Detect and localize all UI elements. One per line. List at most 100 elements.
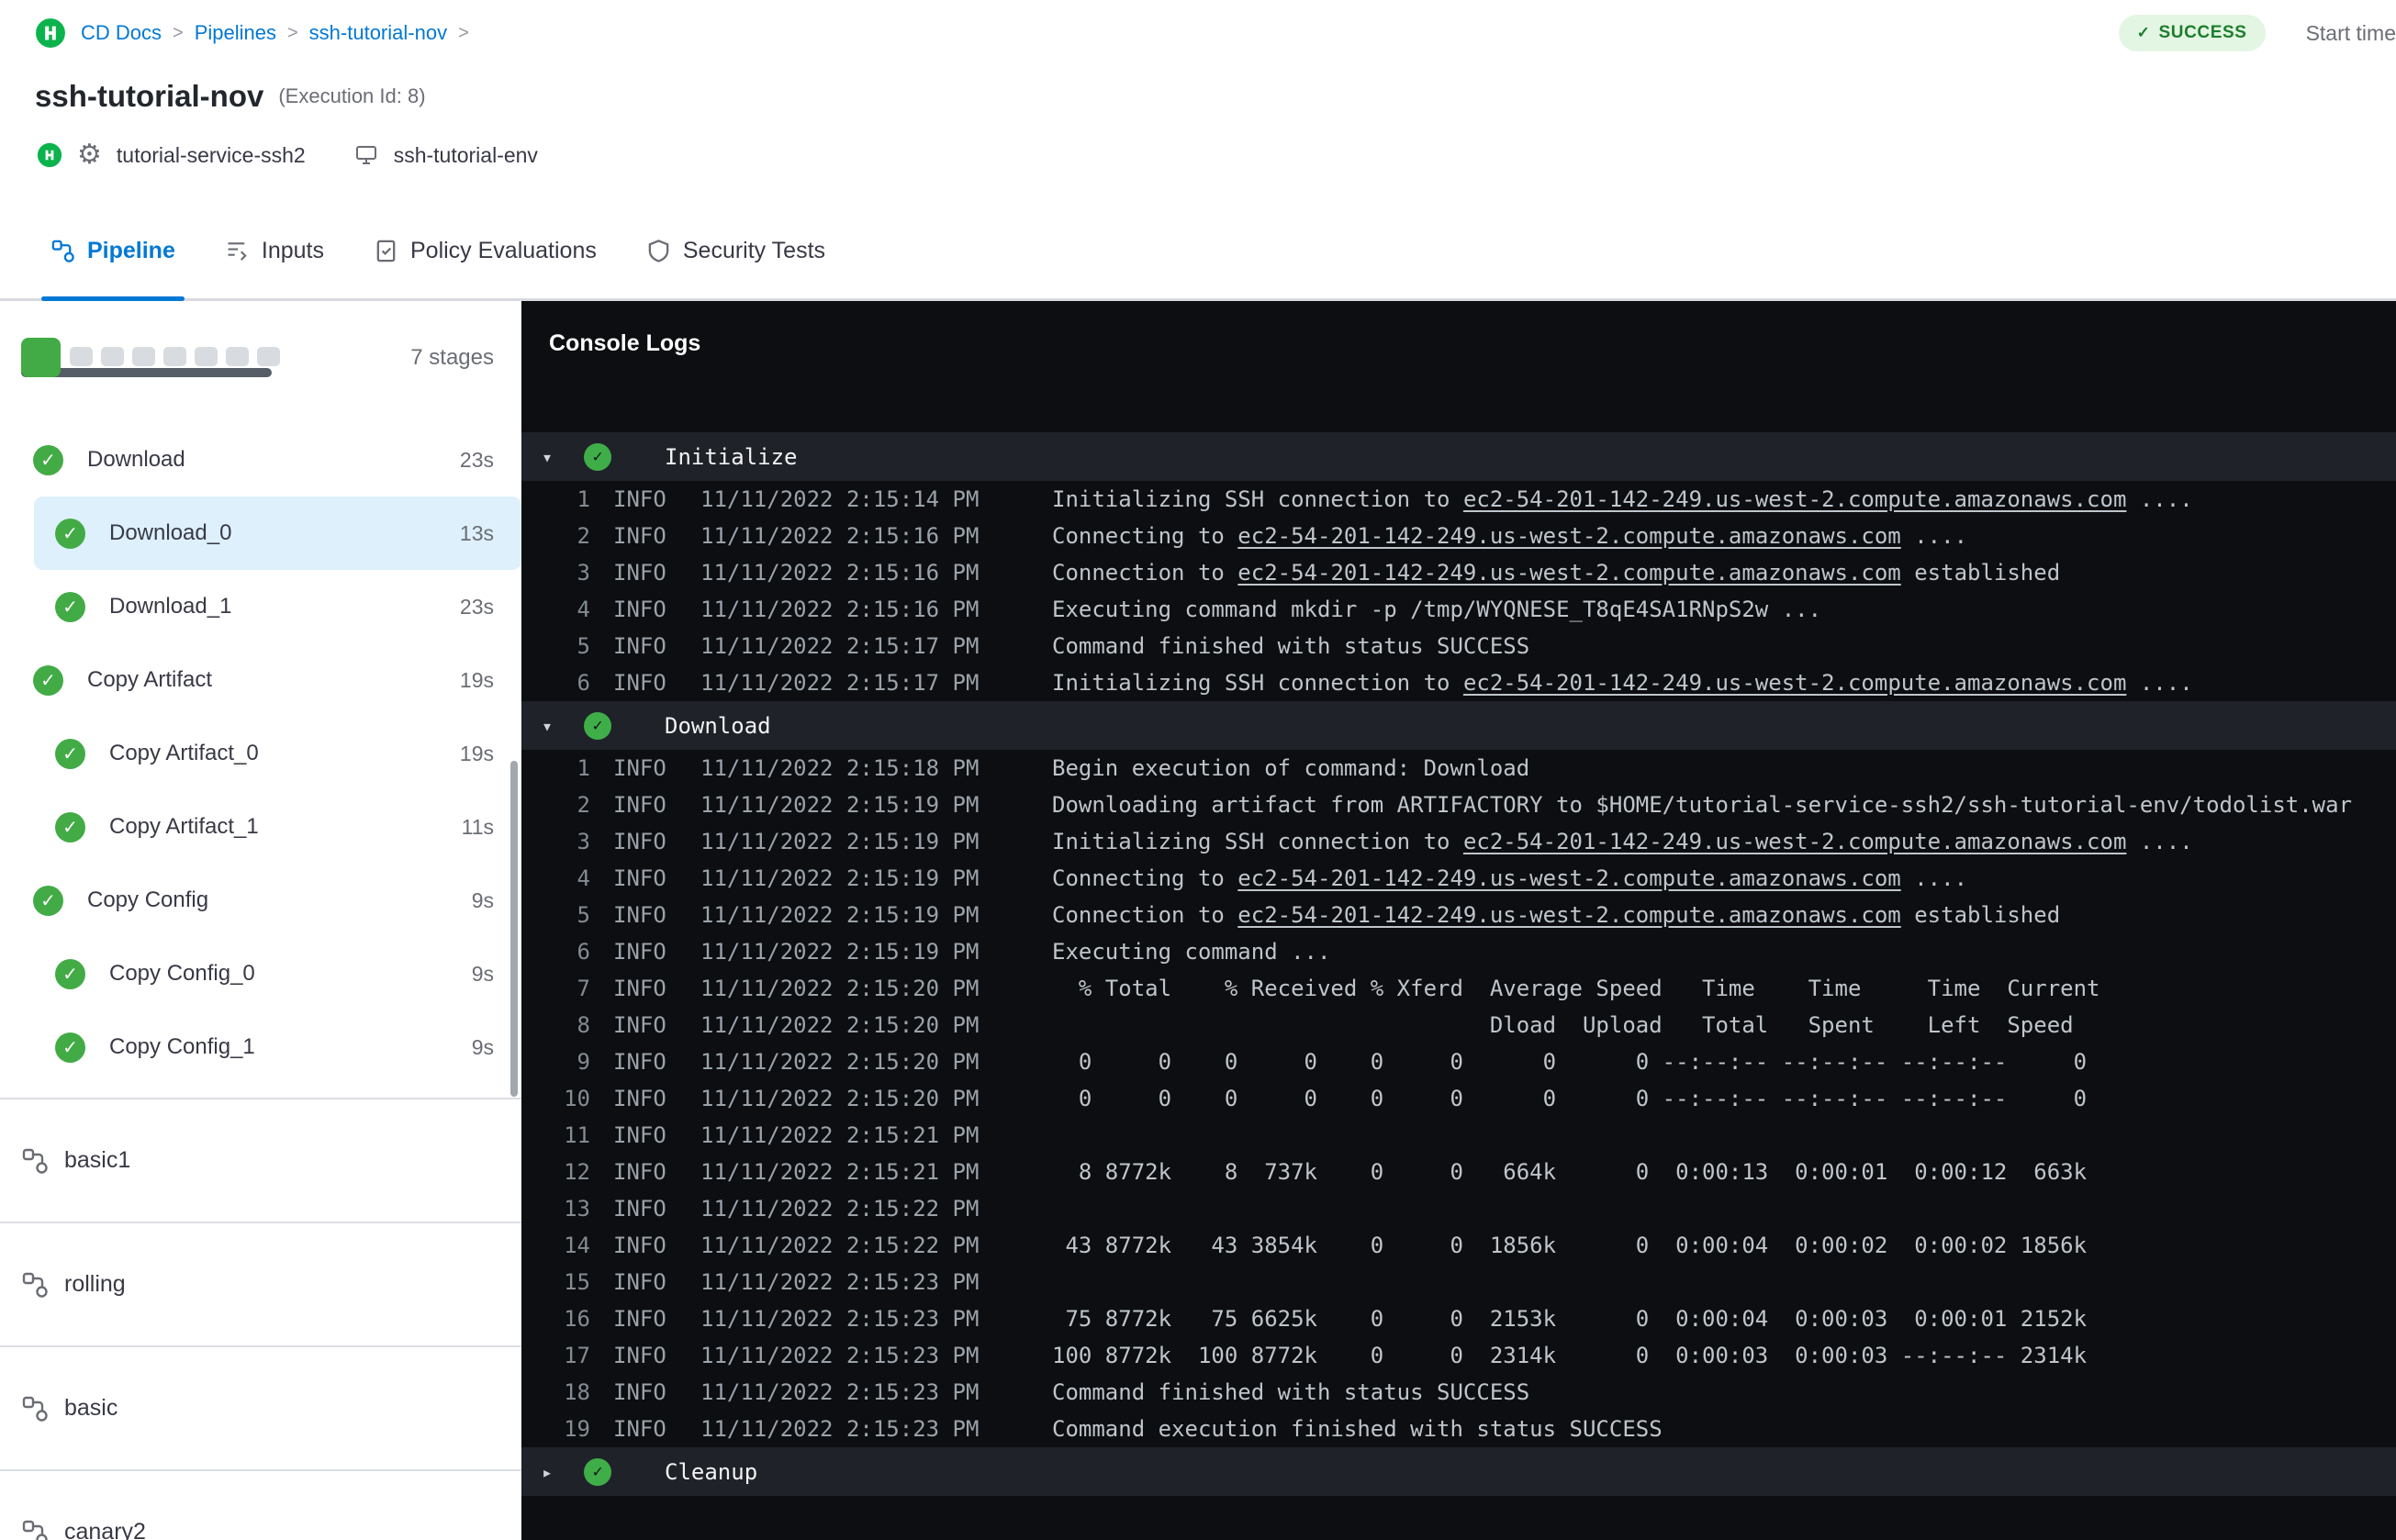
stage-row-download[interactable]: ✓ Download 23s xyxy=(0,423,521,497)
breadcrumb-separator: > xyxy=(458,22,469,43)
log-line-number: 11 xyxy=(564,1122,590,1148)
log-level: INFO xyxy=(613,486,666,512)
log-line-number: 18 xyxy=(564,1379,590,1405)
log-link[interactable]: ec2-54-201-142-249.us-west-2.compute.ama… xyxy=(1237,523,1900,549)
chevron-right-icon[interactable]: ▸ xyxy=(536,1461,558,1483)
stage-row-copy-config-0[interactable]: ✓ Copy Config_0 9s xyxy=(0,937,521,1010)
log-message: Connecting to ec2-54-201-142-249.us-west… xyxy=(1052,523,1968,549)
stage-row-download-0[interactable]: ✓ Download_0 13s xyxy=(34,497,521,570)
stage-count-label: 7 stages xyxy=(410,345,494,370)
breadcrumb-link-pipelines[interactable]: Pipelines xyxy=(195,21,276,45)
log-level: INFO xyxy=(613,560,666,586)
minimap-stage-square xyxy=(226,347,249,366)
log-line: 14 INFO 11/11/2022 2:15:22 PM 43 8772k 43 … xyxy=(521,1227,2396,1264)
log-level: INFO xyxy=(613,1379,666,1405)
start-time-label: Start time xyxy=(2305,20,2396,45)
minimap-stage-square xyxy=(101,347,124,366)
pipeline-icon xyxy=(21,1271,49,1299)
pipeline-label: rolling xyxy=(64,1271,126,1297)
log-level: INFO xyxy=(613,792,666,818)
app-root: CD Docs > Pipelines > ssh-tutorial-nov >… xyxy=(0,0,2396,1540)
stage-row-download-1[interactable]: ✓ Download_1 23s xyxy=(0,570,521,643)
log-level: INFO xyxy=(613,829,666,854)
stage-row-copy-artifact[interactable]: ✓ Copy Artifact 19s xyxy=(0,643,521,717)
stage-row-copy-artifact-1[interactable]: ✓ Copy Artifact_1 11s xyxy=(0,790,521,864)
log-message: Executing command mkdir -p /tmp/WYQNESE_… xyxy=(1052,597,1822,622)
stage-label: Download_1 xyxy=(109,594,232,619)
stage-row-copy-artifact-0[interactable]: ✓ Copy Artifact_0 19s xyxy=(0,717,521,790)
minimap-stage-square xyxy=(132,347,155,366)
sidebar-scrollbar[interactable] xyxy=(510,761,518,1097)
log-link[interactable]: ec2-54-201-142-249.us-west-2.compute.ama… xyxy=(1463,486,2126,512)
log-message: 8 8772k 8 737k 0 0 664k 0 0:00:13 0:00:0… xyxy=(1052,1159,2088,1185)
log-timestamp: 11/11/2022 2:15:22 PM xyxy=(700,1233,980,1258)
log-timestamp: 11/11/2022 2:15:17 PM xyxy=(700,633,980,659)
section-success-icon: ✓ xyxy=(584,442,611,471)
console-sections: ▾ ✓ Initialize 1 INFO 11/11/2022 2:15:14 PM In… xyxy=(521,432,2396,1496)
log-line-number: 2 xyxy=(577,523,590,549)
log-link[interactable]: ec2-54-201-142-249.us-west-2.compute.ama… xyxy=(1463,829,2126,854)
log-timestamp: 11/11/2022 2:15:20 PM xyxy=(700,1086,980,1111)
pipeline-list-item-basic1[interactable]: basic1 xyxy=(0,1099,521,1223)
chevron-down-icon[interactable]: ▾ xyxy=(536,446,558,468)
tab-policy-evaluations[interactable]: Policy Evaluations xyxy=(374,204,597,298)
log-section-header-initialize[interactable]: ▾ ✓ Initialize xyxy=(521,432,2396,481)
log-link[interactable]: ec2-54-201-142-249.us-west-2.compute.ama… xyxy=(1237,865,1900,891)
stage-row-copy-config-1[interactable]: ✓ Copy Config_1 9s xyxy=(0,1010,521,1084)
log-timestamp: 11/11/2022 2:15:21 PM xyxy=(700,1122,980,1148)
log-line-number: 8 xyxy=(577,1012,590,1038)
log-timestamp: 11/11/2022 2:15:23 PM xyxy=(700,1269,980,1295)
stage-duration: 19s xyxy=(459,667,494,692)
log-level: INFO xyxy=(613,1233,666,1258)
log-message: Connection to ec2-54-201-142-249.us-west… xyxy=(1052,902,2061,928)
log-message: 75 8772k 75 6625k 0 0 2153k 0 0:00:04 0:… xyxy=(1052,1306,2088,1332)
topbar-right: ✓ SUCCESS Start time xyxy=(2118,15,2396,51)
stage-label: Copy Artifact_1 xyxy=(109,814,259,839)
log-link[interactable]: ec2-54-201-142-249.us-west-2.compute.ama… xyxy=(1237,560,1900,586)
log-line-number: 19 xyxy=(564,1416,590,1442)
log-level: INFO xyxy=(613,976,666,1001)
minimap-stage-square xyxy=(257,347,280,366)
log-timestamp: 11/11/2022 2:15:19 PM xyxy=(700,902,980,928)
execution-meta: ⚙ tutorial-service-ssh2 ssh-tutorial-env xyxy=(0,127,2396,184)
breadcrumb-link-pipeline-name[interactable]: ssh-tutorial-nov xyxy=(309,21,447,45)
pipeline-label: canary2 xyxy=(64,1519,146,1540)
log-link[interactable]: ec2-54-201-142-249.us-west-2.compute.ama… xyxy=(1237,902,1900,928)
chevron-down-icon[interactable]: ▾ xyxy=(536,715,558,737)
log-section-header-download[interactable]: ▾ ✓ Download xyxy=(521,701,2396,750)
pipeline-list-item-rolling[interactable]: rolling xyxy=(0,1223,521,1347)
log-timestamp: 11/11/2022 2:15:16 PM xyxy=(700,597,980,622)
stage-success-icon: ✓ xyxy=(55,738,85,769)
harness-logo[interactable] xyxy=(35,17,66,49)
log-timestamp: 11/11/2022 2:15:19 PM xyxy=(700,865,980,891)
log-message: Connection to ec2-54-201-142-249.us-west… xyxy=(1052,560,2061,586)
gear-icon[interactable]: ⚙ xyxy=(77,141,102,169)
title-row: ssh-tutorial-nov (Execution Id: 8) xyxy=(0,66,2396,127)
log-timestamp: 11/11/2022 2:15:20 PM xyxy=(700,976,980,1001)
tab-inputs[interactable]: Inputs xyxy=(225,204,324,298)
log-timestamp: 11/11/2022 2:15:19 PM xyxy=(700,829,980,854)
stage-minimap xyxy=(21,338,410,378)
minimap-stage-square xyxy=(163,347,186,366)
log-level: INFO xyxy=(613,1416,666,1442)
pipeline-list-item-canary2[interactable]: canary2 xyxy=(0,1471,521,1540)
log-timestamp: 11/11/2022 2:15:14 PM xyxy=(700,486,980,512)
breadcrumb-link-cd-docs[interactable]: CD Docs xyxy=(81,21,162,45)
log-line: 8 INFO 11/11/2022 2:15:20 PM Dload Upload … xyxy=(521,1007,2396,1043)
log-message: Command finished with status SUCCESS xyxy=(1052,1379,1530,1405)
log-line: 19 INFO 11/11/2022 2:15:23 PM Command execu… xyxy=(521,1411,2396,1447)
log-line-number: 13 xyxy=(564,1196,590,1222)
log-level: INFO xyxy=(613,1306,666,1332)
log-message xyxy=(1052,1264,2396,1300)
log-link[interactable]: ec2-54-201-142-249.us-west-2.compute.ama… xyxy=(1463,670,2126,696)
log-line-number: 10 xyxy=(564,1086,590,1111)
tab-pipeline[interactable]: Pipeline xyxy=(41,204,185,301)
log-section-header-cleanup[interactable]: ▸ ✓ Cleanup xyxy=(521,1447,2396,1496)
stage-row-copy-config[interactable]: ✓ Copy Config 9s xyxy=(0,864,521,937)
tab-label: Security Tests xyxy=(682,238,826,263)
pipeline-list-item-basic[interactable]: basic xyxy=(0,1347,521,1471)
log-level: INFO xyxy=(613,1049,666,1075)
stage-label: Copy Config_0 xyxy=(109,961,255,986)
stage-progress-minimap[interactable]: 7 stages xyxy=(21,338,494,378)
tab-security-tests[interactable]: Security Tests xyxy=(646,204,825,298)
